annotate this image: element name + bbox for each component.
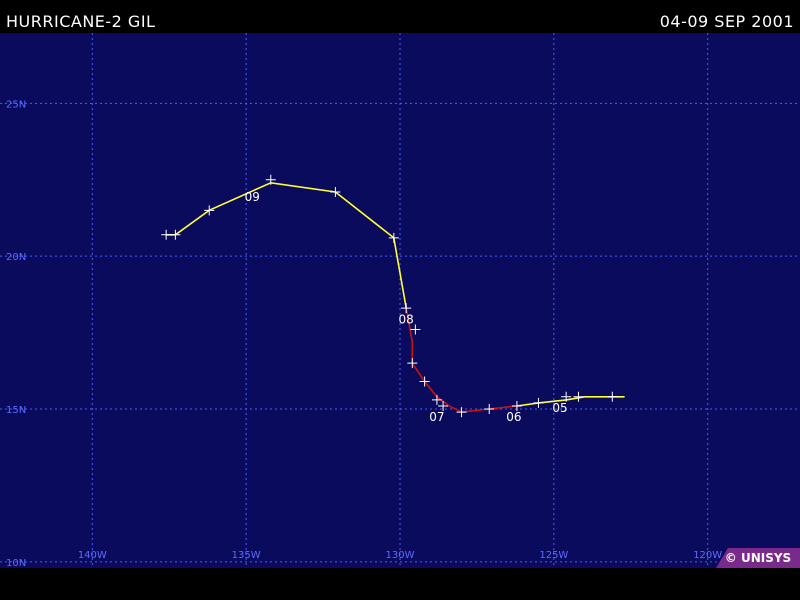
day-label: 06 xyxy=(506,410,521,424)
day-label: 08 xyxy=(399,312,414,326)
latitude-label: 15N xyxy=(6,405,26,416)
unisys-credit: © UNISYS xyxy=(716,548,800,568)
longitude-label: 120W xyxy=(693,550,722,561)
date-range: 04-09 SEP 2001 xyxy=(659,12,794,31)
longitude-label: 135W xyxy=(232,550,261,561)
latitude-label: 25N xyxy=(6,99,26,110)
day-label: 07 xyxy=(429,410,444,424)
day-label: 05 xyxy=(552,401,567,415)
day-label: 09 xyxy=(245,190,260,204)
latitude-label: 10N xyxy=(6,558,26,568)
longitude-label: 130W xyxy=(386,550,415,561)
storm-title: HURRICANE-2 GIL xyxy=(6,12,156,31)
footer-bar xyxy=(0,568,800,600)
longitude-label: 140W xyxy=(78,550,107,561)
latitude-label: 20N xyxy=(6,252,26,263)
header-bar: HURRICANE-2 GIL 04-09 SEP 2001 xyxy=(0,0,800,33)
longitude-label: 125W xyxy=(539,550,568,561)
track-map: 140W 135W 130W 125W 120W 25N 20N 15N 10N 05 06 07 08… xyxy=(0,33,800,568)
